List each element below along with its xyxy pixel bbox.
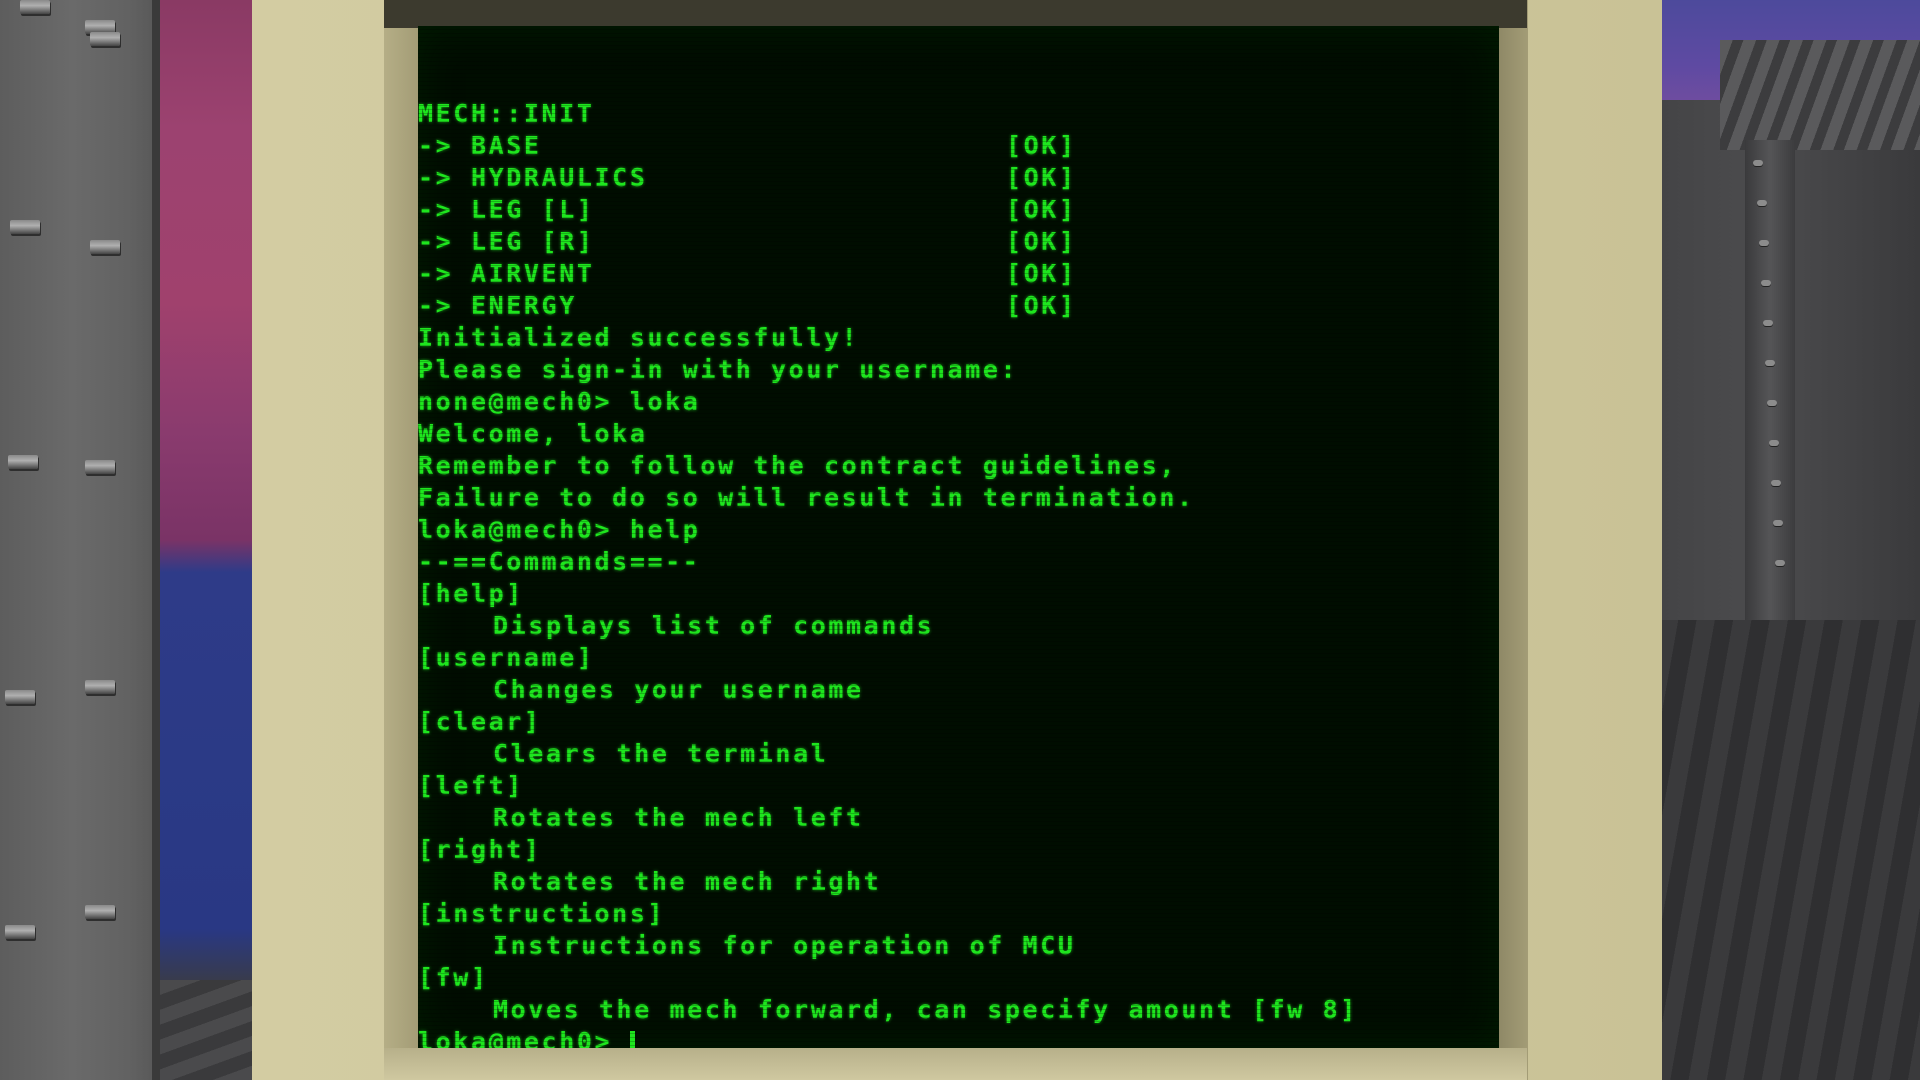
wall-bolt [90,32,120,46]
pillar-rivet [1767,400,1777,406]
command-description: Rotates the mech left [493,803,864,832]
terminal-input-line[interactable]: loka@mech0> [418,1026,1498,1048]
command-name: [left] [418,771,524,800]
pillar-rivet [1775,560,1785,566]
command-name: [clear] [418,707,542,736]
boot-check-line: -> BASE [OK] [418,130,1498,162]
boot-check-line: -> LEG [R] [OK] [418,226,1498,258]
wall-bolt [90,240,120,254]
command-name: [fw] [418,963,489,992]
right-floor-grating [1660,620,1920,1080]
terminal-prompt: loka@mech0> [418,1027,630,1048]
command-description: Displays list of commands [493,611,935,640]
boot-check-label: -> LEG [L] [418,195,595,224]
right-riveted-pillar [1745,140,1795,620]
boot-check-line: -> LEG [L] [OK] [418,194,1498,226]
boot-check-line: -> HYDRAULICS [OK] [418,162,1498,194]
wall-bolt [85,680,115,694]
boot-check-label: -> HYDRAULICS [418,163,648,192]
pillar-rivet [1765,360,1775,366]
wall-bolt [85,460,115,474]
boot-check-label: -> BASE [418,131,542,160]
pillar-rivet [1771,480,1781,486]
terminal-message: Failure to do so will result in terminat… [418,483,1195,512]
terminal-message: Welcome, loka [418,419,648,448]
pillar-rivet [1757,200,1767,206]
wall-bolt [85,905,115,919]
terminal-screen[interactable]: MECH::INIT -> BASE [OK] -> HYDRAULICS [OK]… [418,26,1499,1048]
bezel-right-edge [1498,0,1528,1080]
game-scene: MECH::INIT -> BASE [OK] -> HYDRAULICS [OK]… [0,0,1920,1080]
boot-check-status: [OK] [1006,227,1077,256]
left-sky-view [160,0,255,1080]
command-description: Moves the mech forward, can specify amou… [493,995,1358,1024]
boot-check-status: [OK] [1006,259,1077,288]
terminal-header: MECH::INIT [418,99,595,128]
command-name: [instructions] [418,899,666,928]
terminal-message: loka@mech0> help [418,515,701,544]
boot-check-status: [OK] [1006,163,1077,192]
terminal-message: none@mech0> loka [418,387,701,416]
boot-check-label: -> AIRVENT [418,259,595,288]
command-description: Rotates the mech right [493,867,882,896]
terminal-output: MECH::INIT -> BASE [OK] -> HYDRAULICS [OK]… [418,98,1498,1048]
boot-check-label: -> ENERGY [418,291,577,320]
wall-bolt [5,925,35,939]
bezel-bottom-edge [384,1048,1527,1080]
pillar-rivet [1761,280,1771,286]
terminal-message: Initialized successfully! [418,323,860,352]
wall-bolt [8,455,38,469]
commands-header: --==Commands==-- [418,547,701,576]
command-name: [right] [418,835,542,864]
text-cursor [629,1031,635,1048]
pillar-rivet [1769,440,1779,446]
pillar-rivet [1753,160,1763,166]
left-floor-grating [160,980,255,1080]
wall-bolt [20,0,50,14]
command-name: [help] [418,579,524,608]
command-description: Clears the terminal [493,739,829,768]
boot-check-line: -> AIRVENT [OK] [418,258,1498,290]
pillar-rivet [1763,320,1773,326]
wall-bolt [10,220,40,234]
boot-check-line: -> ENERGY [OK] [418,290,1498,322]
wall-bolt [5,690,35,704]
boot-check-status: [OK] [1006,195,1077,224]
bezel-left-edge [384,0,420,1080]
command-name: [username] [418,643,595,672]
right-overhead-beam [1720,40,1920,150]
boot-check-label: -> LEG [R] [418,227,595,256]
boot-check-status: [OK] [1006,291,1077,320]
command-description: Instructions for operation of MCU [493,931,1076,960]
command-description: Changes your username [493,675,864,704]
boot-check-status: [OK] [1006,131,1077,160]
bezel-top-edge [384,0,1527,28]
left-metal-wall [0,0,160,1080]
pillar-rivet [1773,520,1783,526]
terminal-message: Please sign-in with your username: [418,355,1019,384]
terminal-message: Remember to follow the contract guidelin… [418,451,1178,480]
pillar-rivet [1759,240,1769,246]
